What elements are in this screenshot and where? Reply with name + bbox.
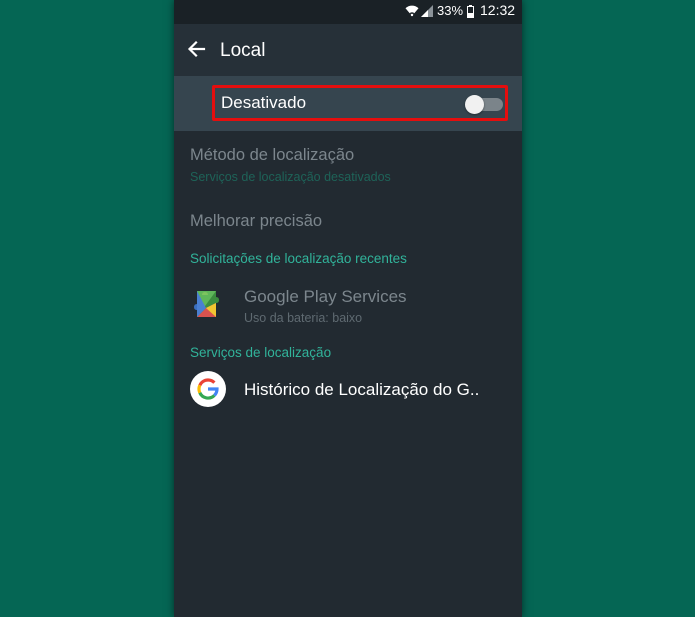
- google-play-services-title: Google Play Services: [244, 287, 407, 306]
- back-arrow-icon[interactable]: [186, 38, 208, 60]
- google-g-glyph-icon: [197, 378, 219, 400]
- location-services-header: Serviços de localização: [190, 345, 332, 360]
- battery-percent: 33%: [437, 3, 464, 18]
- improve-accuracy-title: Melhorar precisão: [190, 212, 323, 230]
- master-switch-label: Desativado: [221, 93, 307, 112]
- clock: 12:32: [480, 2, 516, 18]
- location-master-switch-row[interactable]: Desativado: [174, 76, 522, 131]
- status-bar: 33% 12:32: [174, 0, 522, 24]
- google-g-icon: [190, 371, 226, 407]
- wifi-icon: [405, 5, 419, 17]
- battery-icon: [467, 5, 474, 18]
- google-play-services-icon: [194, 291, 219, 317]
- location-method-title: Método de localização: [190, 146, 355, 164]
- toggle-thumb: [465, 95, 484, 114]
- location-toggle[interactable]: [465, 95, 505, 114]
- google-play-services-subtitle: Uso da bateria: baixo: [244, 311, 363, 325]
- signal-icon: [421, 5, 433, 17]
- location-method-subtitle: Serviços de localização desativados: [190, 170, 391, 184]
- location-history-title: Histórico de Localização do G..: [244, 380, 480, 399]
- app-bar: Local: [174, 24, 522, 76]
- page-title: Local: [220, 40, 266, 61]
- recent-requests-header: Solicitações de localização recentes: [190, 251, 407, 266]
- phone-screen: 33% 12:32 Local Desativado Método de loc…: [174, 0, 522, 617]
